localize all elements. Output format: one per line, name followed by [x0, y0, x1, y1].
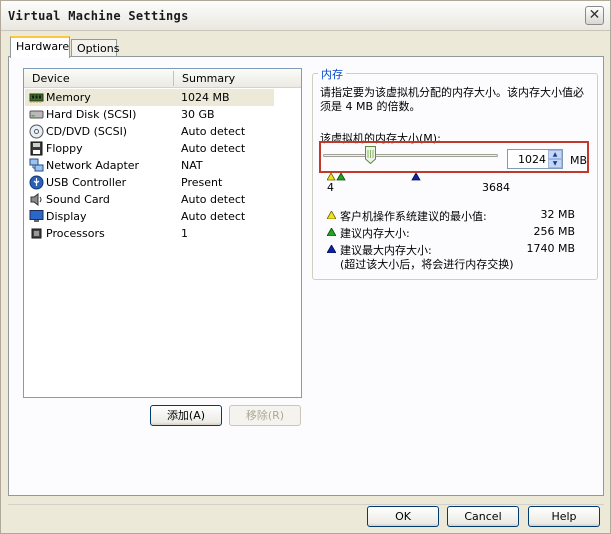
- device-row-usb-controller[interactable]: USB Controller Present: [25, 174, 274, 191]
- device-summary: NAT: [181, 159, 203, 172]
- legend-text: 客户机操作系统建议的最小值:: [340, 210, 487, 223]
- cancel-button[interactable]: Cancel: [447, 506, 519, 527]
- tab-label: Options: [77, 42, 120, 55]
- memory-spinner: ▲ ▼: [548, 150, 562, 168]
- yellow-triangle-icon: [327, 211, 336, 219]
- device-name: Network Adapter: [46, 159, 140, 172]
- close-button[interactable]: ✕: [585, 6, 604, 25]
- green-triangle-icon: [327, 228, 336, 236]
- memory-description: 请指定要为该虚拟机分配的内存大小。该内存大小值必须是 4 MB 的倍数。: [320, 86, 584, 113]
- hard-disk-icon: [29, 110, 44, 119]
- device-name: USB Controller: [46, 176, 127, 189]
- device-name: CD/DVD (SCSI): [46, 125, 128, 138]
- blue-triangle-icon: [327, 245, 336, 253]
- tab-hardware[interactable]: Hardware: [10, 36, 70, 58]
- device-summary: Auto detect: [181, 193, 246, 206]
- device-name: Floppy: [46, 142, 83, 155]
- memory-size-input[interactable]: 1024 ▲ ▼: [507, 149, 563, 169]
- max-recommended-marker: [411, 173, 421, 181]
- device-name: Display: [46, 210, 87, 223]
- settings-window: Virtual Machine Settings ✕ Hardware Opti…: [0, 0, 611, 534]
- legend-value: 32 MB: [540, 208, 575, 221]
- recommended-marker: [336, 173, 346, 181]
- floppy-icon: [30, 141, 43, 156]
- slider-markers: [327, 173, 421, 181]
- usb-icon: [29, 175, 44, 190]
- device-summary: 1024 MB: [181, 91, 230, 104]
- help-button[interactable]: Help: [528, 506, 600, 527]
- processor-icon: [31, 228, 42, 239]
- legend-value: 256 MB: [533, 225, 575, 238]
- chevron-down-icon: ▼: [552, 160, 558, 167]
- network-adapter-icon: [29, 158, 44, 172]
- memory-icon: [29, 93, 44, 103]
- column-header-device[interactable]: Device: [32, 72, 70, 85]
- cd-dvd-icon: [29, 124, 44, 139]
- close-icon: ✕: [588, 7, 601, 23]
- memory-unit-label: MB: [570, 154, 588, 167]
- tab-label: Hardware: [16, 40, 70, 53]
- column-divider[interactable]: [173, 71, 174, 86]
- footer-divider: [8, 504, 604, 505]
- device-row-sound-card[interactable]: Sound Card Auto detect: [25, 191, 274, 208]
- legend-text: 建议内存大小:: [340, 227, 410, 240]
- device-name: Sound Card: [46, 193, 110, 206]
- memory-slider-track[interactable]: [323, 154, 498, 157]
- device-row-display[interactable]: Display Auto detect: [25, 208, 274, 225]
- device-name: Hard Disk (SCSI): [46, 108, 137, 121]
- hardware-panel: Device Summary Memory 1024 MB Hard Disk …: [8, 56, 604, 496]
- column-header-summary[interactable]: Summary: [182, 72, 235, 85]
- device-name: Memory: [46, 91, 91, 104]
- spin-up-button[interactable]: ▲: [548, 150, 562, 159]
- device-summary: Auto detect: [181, 210, 246, 223]
- slider-min-label: 4: [327, 181, 334, 194]
- slider-max-label: 3684: [482, 181, 510, 194]
- device-row-hard-disk[interactable]: Hard Disk (SCSI) 30 GB: [25, 106, 274, 123]
- memory-size-value: 1024: [518, 153, 546, 166]
- device-row-network-adapter[interactable]: Network Adapter NAT: [25, 157, 274, 174]
- device-summary: 1: [181, 227, 188, 240]
- chevron-up-icon: ▲: [552, 151, 558, 158]
- device-row-cd-dvd[interactable]: CD/DVD (SCSI) Auto detect: [25, 123, 274, 140]
- min-recommended-marker: [327, 173, 336, 181]
- device-row-floppy[interactable]: Floppy Auto detect: [25, 140, 274, 157]
- device-row-memory[interactable]: Memory 1024 MB: [25, 89, 274, 106]
- list-header: Device Summary: [24, 69, 301, 88]
- device-row-processors[interactable]: Processors 1: [25, 225, 274, 242]
- title-bar[interactable]: Virtual Machine Settings ✕: [1, 1, 610, 31]
- memory-slider-thumb[interactable]: [364, 146, 376, 164]
- memory-group-title: 内存: [318, 66, 346, 82]
- display-icon: [29, 210, 44, 222]
- remove-device-button[interactable]: 移除(R): [229, 405, 301, 426]
- window-title: Virtual Machine Settings: [8, 9, 189, 23]
- ok-button[interactable]: OK: [367, 506, 439, 527]
- device-list[interactable]: Device Summary Memory 1024 MB Hard Disk …: [23, 68, 302, 398]
- legend-note: (超过该大小后，将会进行内存交换): [340, 258, 514, 271]
- legend-value: 1740 MB: [526, 242, 575, 255]
- tab-options[interactable]: Options: [71, 39, 120, 57]
- memory-groupbox: 内存 请指定要为该虚拟机分配的内存大小。该内存大小值必须是 4 MB 的倍数。 …: [312, 66, 598, 280]
- add-device-button[interactable]: 添加(A): [150, 405, 222, 426]
- device-summary: Present: [181, 176, 223, 189]
- device-summary: Auto detect: [181, 142, 246, 155]
- device-summary: 30 GB: [181, 108, 215, 121]
- speaker-icon: [30, 193, 42, 206]
- spin-down-button[interactable]: ▼: [548, 159, 562, 168]
- device-summary: Auto detect: [181, 125, 246, 138]
- device-name: Processors: [46, 227, 105, 240]
